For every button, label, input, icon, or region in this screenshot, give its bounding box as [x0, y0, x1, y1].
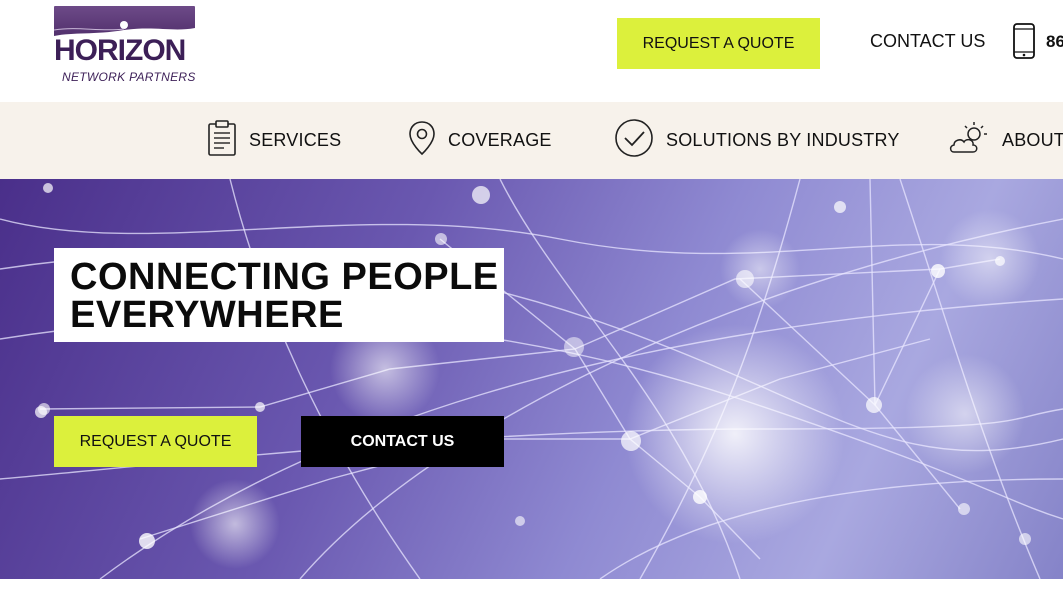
hero-headline-line-2: EVERYWHERE [70, 294, 344, 336]
nav-label-about: ABOUT [1002, 130, 1063, 150]
network-background-image [0, 179, 1063, 579]
hero-headline-line-1: CONNECTING PEOPLE [70, 256, 499, 298]
nav-label-solutions: SOLUTIONS BY INDUSTRY [666, 130, 900, 150]
nav-item-services[interactable]: SERVICES [207, 102, 341, 179]
nav-item-about[interactable]: ABOUT [948, 102, 1063, 179]
hero-request-quote-button[interactable]: REQUEST A QUOTE [54, 416, 257, 467]
phone-number: 86 [1046, 32, 1063, 51]
hero-headline-box: CONNECTING PEOPLE EVERYWHERE [54, 248, 504, 342]
page-content-area [0, 579, 1063, 598]
request-quote-button[interactable]: REQUEST A QUOTE [617, 18, 820, 69]
nav-item-coverage[interactable]: COVERAGE [408, 102, 552, 179]
main-nav: SERVICES COVERAGE SOLUTIONS BY INDUSTRY [0, 102, 1063, 179]
site-header: HORIZON NETWORK PARTNERS REQUEST A QUOTE… [0, 0, 1063, 102]
check-circle-icon [614, 118, 654, 163]
partly-cloudy-icon [948, 120, 990, 161]
mobile-phone-icon [1012, 22, 1036, 64]
nav-label-coverage: COVERAGE [448, 130, 552, 150]
logo-wordmark: HORIZON [54, 34, 186, 67]
contact-us-link[interactable]: CONTACT US [870, 31, 985, 52]
hero-contact-us-button[interactable]: CONTACT US [301, 416, 504, 467]
nav-item-solutions-by-industry[interactable]: SOLUTIONS BY INDUSTRY [614, 102, 900, 179]
hero-banner: CONNECTING PEOPLE EVERYWHERE REQUEST A Q… [0, 179, 1063, 579]
map-pin-icon [408, 120, 436, 161]
logo-tagline: NETWORK PARTNERS [62, 70, 196, 84]
clipboard-icon [207, 120, 237, 161]
hero-headline: CONNECTING PEOPLE EVERYWHERE [70, 258, 499, 334]
phone-contact[interactable]: 86 [1012, 22, 1063, 64]
nav-label-services: SERVICES [249, 130, 342, 150]
horizon-logo[interactable]: HORIZON NETWORK PARTNERS [54, 6, 197, 86]
